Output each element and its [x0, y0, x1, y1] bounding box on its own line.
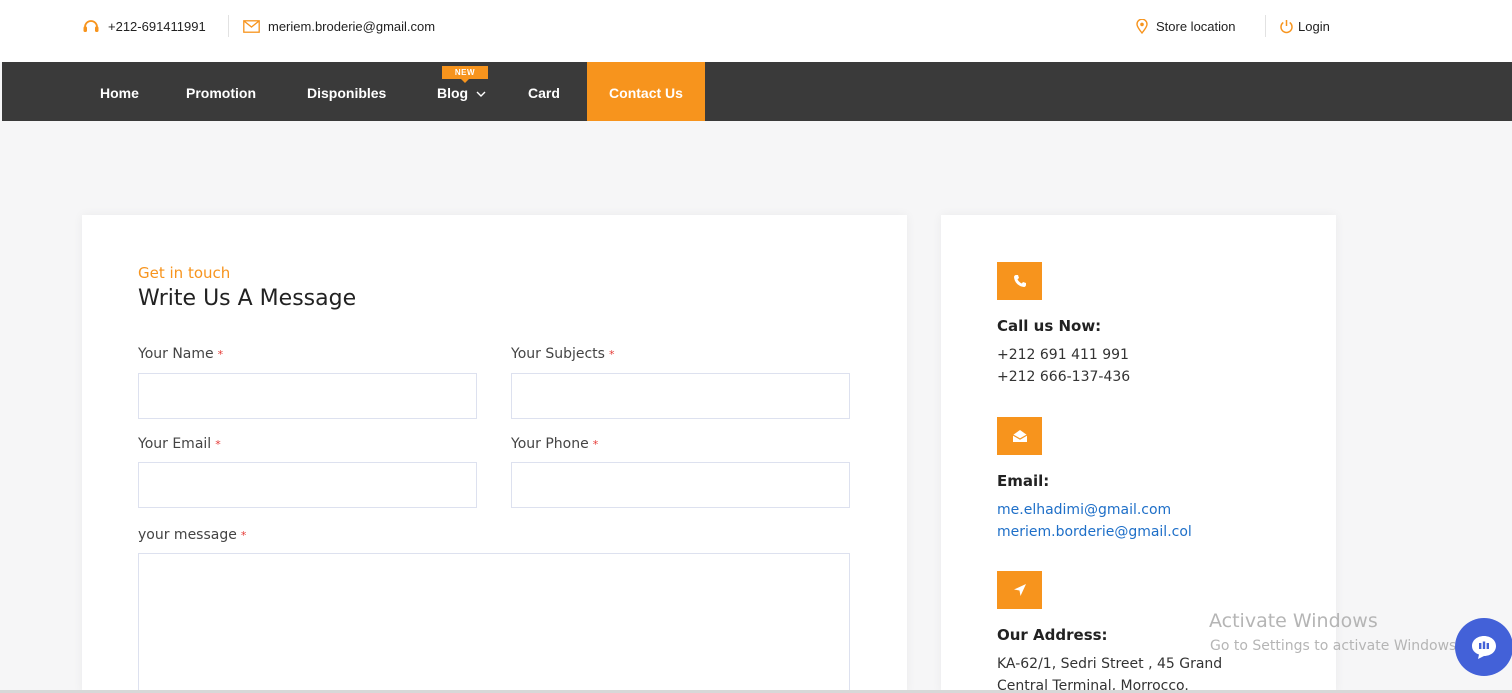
- main-nav: Home Promotion Disponibles NEW Blog Card…: [2, 62, 1512, 121]
- required-mark: *: [608, 348, 615, 361]
- store-location-link[interactable]: Store location: [1136, 17, 1236, 35]
- form-heading: Write Us A Message: [138, 286, 357, 311]
- address-title: Our Address:: [997, 626, 1108, 644]
- address-line-1: KA-62/1, Sedri Street , 45 Grand: [997, 656, 1223, 672]
- phone-label: Your Phone *: [511, 436, 598, 452]
- phone-label-text: Your Phone: [511, 436, 589, 452]
- message-textarea[interactable]: [139, 554, 849, 693]
- phone-input[interactable]: [512, 463, 849, 507]
- message-label: your message *: [138, 527, 246, 543]
- subjects-label-text: Your Subjects: [511, 346, 605, 362]
- nav-disponibles[interactable]: Disponibles: [307, 62, 386, 121]
- email-link-1[interactable]: me.elhadimi@gmail.com: [997, 502, 1171, 518]
- required-mark: *: [215, 438, 221, 451]
- name-label-text: Your Name: [138, 346, 214, 362]
- form-eyebrow: Get in touch: [138, 264, 231, 282]
- email-label-text: Your Email: [138, 436, 212, 452]
- location-arrow-icon: [1013, 584, 1026, 596]
- login-link[interactable]: Login: [1279, 17, 1330, 35]
- mail-icon: [243, 19, 260, 33]
- email-icon-box: [997, 417, 1042, 455]
- activate-windows-subtitle: Go to Settings to activate Windows.: [1210, 638, 1461, 654]
- subjects-input[interactable]: [512, 374, 849, 418]
- phone-number: +212-691411991: [108, 18, 206, 34]
- email-contact[interactable]: meriem.broderie@gmail.com: [243, 17, 435, 35]
- power-icon: [1280, 19, 1293, 33]
- chat-button[interactable]: [1455, 618, 1512, 676]
- chevron-down-icon: [476, 91, 486, 97]
- login-label: Login: [1298, 18, 1330, 34]
- phone-line-1: +212 691 411 991: [997, 347, 1129, 363]
- email-title: Email:: [997, 472, 1050, 490]
- phone-icon: [1013, 275, 1026, 287]
- subjects-field[interactable]: [511, 373, 850, 419]
- nav-blog[interactable]: Blog: [437, 62, 486, 121]
- divider: [228, 15, 229, 37]
- nav-promotion[interactable]: Promotion: [186, 62, 256, 121]
- activate-windows-title: Activate Windows: [1209, 610, 1378, 632]
- email-address: meriem.broderie@gmail.com: [268, 18, 436, 34]
- headset-icon: [83, 20, 99, 32]
- nav-blog-label: Blog: [437, 85, 469, 101]
- email-link-2[interactable]: meriem.borderie@gmail.col: [997, 524, 1192, 540]
- required-mark: *: [217, 348, 224, 361]
- phone-icon-box: [997, 262, 1042, 300]
- email-field[interactable]: [138, 462, 477, 508]
- chat-bubble-icon: [1472, 636, 1496, 659]
- subjects-label: Your Subjects *: [511, 346, 614, 362]
- required-mark: *: [592, 438, 599, 451]
- phone-field[interactable]: [511, 462, 850, 508]
- nav-contact-us[interactable]: Contact Us: [587, 62, 705, 121]
- message-field[interactable]: [138, 553, 850, 693]
- store-location-label: Store location: [1156, 18, 1236, 34]
- call-title: Call us Now:: [997, 317, 1102, 335]
- address-icon-box: [997, 571, 1042, 609]
- email-input[interactable]: [139, 463, 476, 507]
- name-input[interactable]: [139, 374, 476, 418]
- envelope-open-icon: [1012, 430, 1027, 442]
- name-field[interactable]: [138, 373, 477, 419]
- top-bar: +212-691411991 meriem.broderie@gmail.com…: [0, 0, 1512, 62]
- message-label-text: your message: [138, 527, 237, 543]
- nav-card[interactable]: Card: [528, 62, 560, 121]
- name-label: Your Name *: [138, 346, 223, 362]
- email-label: Your Email *: [138, 436, 221, 452]
- nav-home[interactable]: Home: [100, 62, 139, 121]
- phone-line-2: +212 666-137-436: [997, 369, 1131, 385]
- phone-contact[interactable]: +212-691411991: [82, 17, 206, 35]
- location-pin-icon: [1136, 18, 1148, 34]
- divider: [1265, 15, 1266, 37]
- required-mark: *: [240, 529, 247, 542]
